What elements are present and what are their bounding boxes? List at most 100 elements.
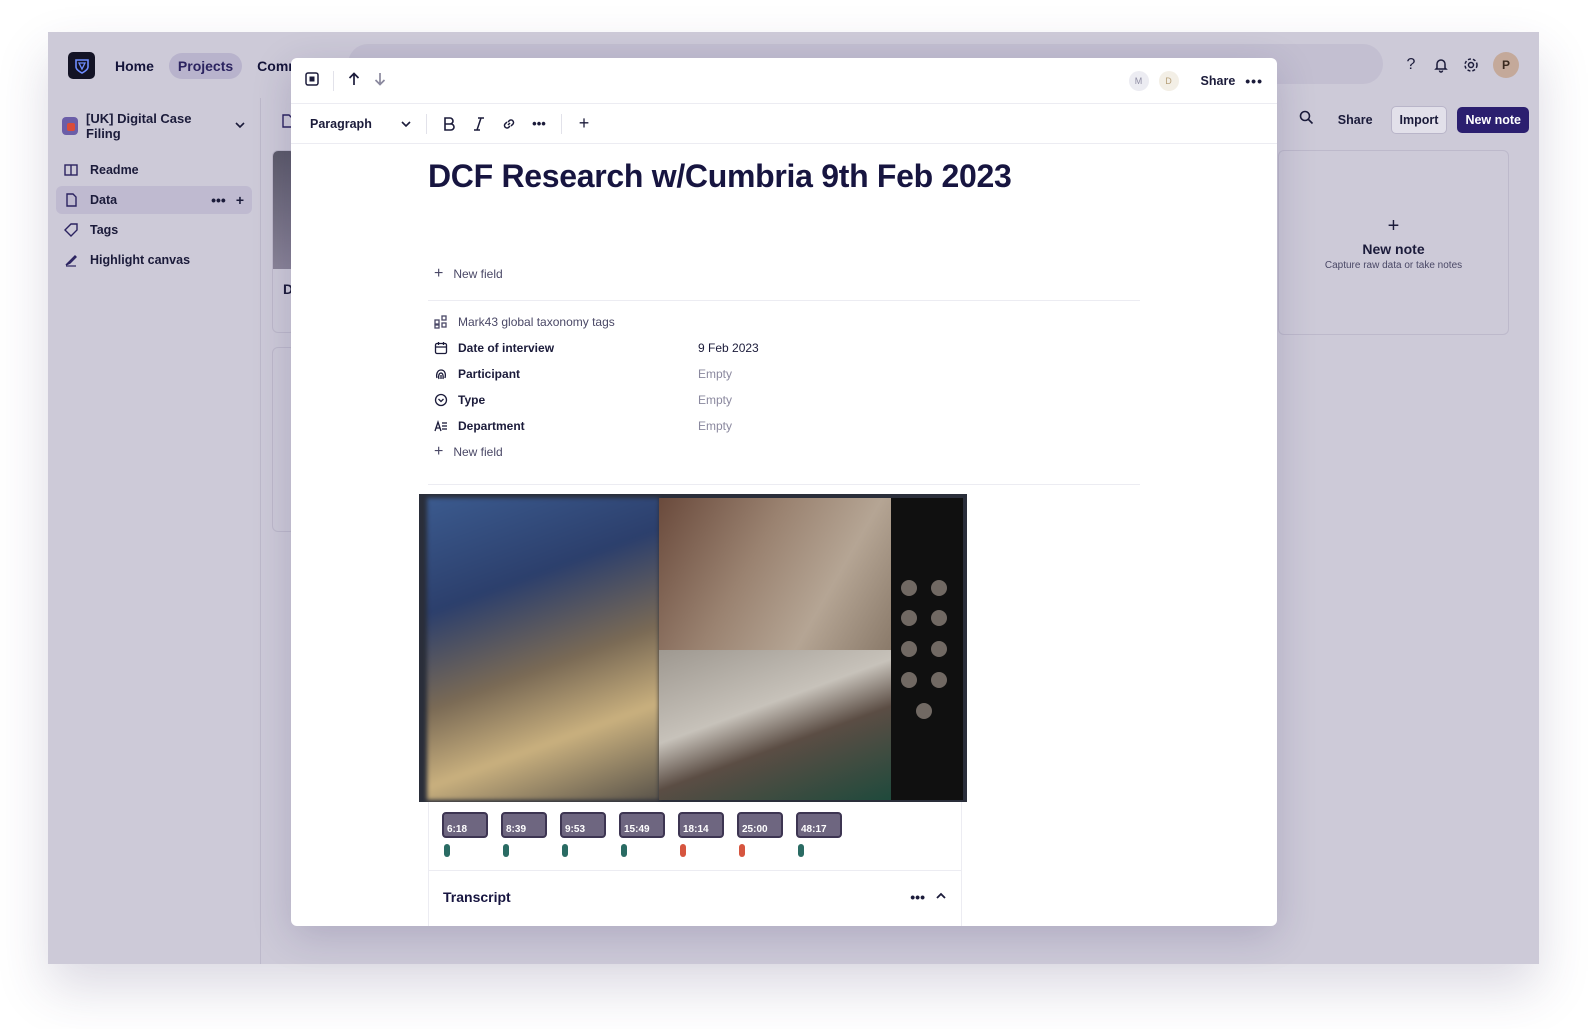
tag-marker[interactable] <box>739 844 745 857</box>
sidebar-item-readme[interactable]: Readme <box>56 156 252 184</box>
clip-thumbnail[interactable]: 48:17 <box>796 812 842 838</box>
plus-icon: + <box>1387 214 1400 237</box>
chevron-up-icon[interactable] <box>935 889 947 905</box>
book-icon <box>64 163 78 177</box>
field-value[interactable]: Empty <box>698 419 732 433</box>
divider <box>428 465 1140 485</box>
new-field-button[interactable]: + New field <box>428 261 1140 301</box>
clip-timestamp: 9:53 <box>565 824 586 835</box>
new-field-label: New field <box>453 266 503 281</box>
sidebar-item-label: Highlight canvas <box>90 253 191 267</box>
nav-home[interactable]: Home <box>106 53 163 79</box>
field-name: Type <box>458 393 486 407</box>
import-button[interactable]: Import <box>1390 106 1448 134</box>
new-field-button[interactable]: + New field <box>428 439 1140 465</box>
clip-thumbnail[interactable]: 6:18 <box>442 812 488 838</box>
arrow-up-icon[interactable] <box>348 72 360 89</box>
gear-icon[interactable] <box>1463 57 1479 73</box>
paragraph-style-select[interactable]: Paragraph <box>310 117 412 131</box>
highlighter-icon <box>64 253 78 267</box>
more-options-icon[interactable]: ••• <box>1245 73 1263 89</box>
share-button[interactable]: Share <box>1201 74 1236 88</box>
insert-plus-icon[interactable]: + <box>576 113 592 134</box>
bell-icon[interactable] <box>1433 57 1449 73</box>
nav-projects[interactable]: Projects <box>168 53 243 79</box>
multi-select-icon <box>434 315 448 329</box>
fingerprint-icon <box>434 367 448 381</box>
field-row-participant[interactable]: Participant Empty <box>428 361 1140 387</box>
collapse-icon[interactable] <box>305 72 319 89</box>
more-icon[interactable]: ••• <box>211 192 226 208</box>
clip-thumbnail[interactable]: 8:39 <box>501 812 547 838</box>
editor-toolbar: Paragraph ••• + <box>291 104 1277 144</box>
tag-marker[interactable] <box>680 844 686 857</box>
clip-thumbnail[interactable]: 9:53 <box>560 812 606 838</box>
new-field-label: New field <box>453 445 503 459</box>
modal-header: M D Share ••• <box>291 58 1277 104</box>
video-player[interactable] <box>419 494 967 802</box>
chevron-down-icon <box>234 119 246 134</box>
field-name: Date of interview <box>458 341 555 355</box>
sidebar-item-highlight-canvas[interactable]: Highlight canvas <box>56 246 252 274</box>
tag-marker[interactable] <box>621 844 627 857</box>
field-value[interactable]: 9 Feb 2023 <box>698 341 759 355</box>
sidebar-item-label: Readme <box>90 163 139 177</box>
more-formatting-icon[interactable]: ••• <box>531 116 547 131</box>
sidebar-item-tags[interactable]: Tags <box>56 216 252 244</box>
select-circle-icon <box>434 393 448 407</box>
video-tile-meeting-room <box>427 498 659 800</box>
sidebar-item-data[interactable]: Data ••• + <box>56 186 252 214</box>
video-participant-strip <box>891 498 963 800</box>
paragraph-style-value: Paragraph <box>310 116 372 131</box>
main-nav: Home Projects Commu <box>106 53 318 79</box>
collaborator-avatar[interactable]: D <box>1158 70 1179 91</box>
tag-marker[interactable] <box>444 844 450 857</box>
help-icon[interactable]: ? <box>1403 56 1419 73</box>
clip-thumbnail[interactable]: 18:14 <box>678 812 724 838</box>
project-selector[interactable]: [UK] Digital Case Filing <box>48 98 260 154</box>
field-row-department[interactable]: Department Empty <box>428 413 1140 439</box>
clip-thumbnail[interactable]: 15:49 <box>619 812 665 838</box>
app-logo-icon[interactable] <box>68 52 95 79</box>
document-icon <box>64 193 78 207</box>
sidebar-item-label: Data <box>90 193 118 207</box>
plus-icon: + <box>434 264 444 282</box>
clip-thumbnail[interactable]: 25:00 <box>737 812 783 838</box>
transcript-title: Transcript <box>443 889 511 905</box>
clip-list: 6:18 8:39 9:53 15:49 18:14 25:00 48:17 <box>429 802 961 838</box>
tag-markers <box>429 838 961 857</box>
collaborator-avatar[interactable]: M <box>1128 70 1149 91</box>
search-icon[interactable] <box>1299 110 1314 130</box>
tag-marker[interactable] <box>562 844 568 857</box>
plus-icon[interactable]: + <box>236 192 244 208</box>
field-value[interactable]: Empty <box>698 393 732 407</box>
field-row-type[interactable]: Type Empty <box>428 387 1140 413</box>
user-avatar[interactable]: P <box>1493 52 1519 78</box>
more-icon[interactable]: ••• <box>910 889 925 905</box>
sidebar-item-label: Tags <box>90 223 119 237</box>
clip-timestamp: 15:49 <box>624 824 650 835</box>
new-note-card[interactable]: + New note Capture raw data or take note… <box>1278 150 1509 335</box>
share-button[interactable]: Share <box>1330 107 1381 133</box>
clip-timestamp: 18:14 <box>683 824 709 835</box>
new-note-button[interactable]: New note <box>1457 107 1529 133</box>
project-icon <box>62 117 79 135</box>
tag-marker[interactable] <box>798 844 804 857</box>
transcript-header[interactable]: Transcript ••• <box>429 870 961 923</box>
tag-icon <box>64 223 78 237</box>
field-row-taxonomy-tags[interactable]: Mark43 global taxonomy tags <box>428 309 1140 335</box>
document-body: DCF Research w/Cumbria 9th Feb 2023 + Ne… <box>428 144 1140 485</box>
new-note-card-subtitle: Capture raw data or take notes <box>1324 259 1463 271</box>
arrow-down-icon[interactable] <box>374 72 386 89</box>
field-row-date-of-interview[interactable]: Date of interview 9 Feb 2023 <box>428 335 1140 361</box>
tag-marker[interactable] <box>503 844 509 857</box>
clip-timestamp: 6:18 <box>447 824 468 835</box>
plus-icon: + <box>434 443 444 460</box>
link-icon[interactable] <box>501 117 517 131</box>
italic-icon[interactable] <box>471 116 487 131</box>
field-name: Mark43 global taxonomy tags <box>458 315 615 329</box>
field-value[interactable]: Empty <box>698 367 732 381</box>
page-title[interactable]: DCF Research w/Cumbria 9th Feb 2023 <box>428 158 1140 195</box>
bold-icon[interactable] <box>441 116 457 131</box>
sidebar: [UK] Digital Case Filing Readme Data •••… <box>48 98 261 964</box>
